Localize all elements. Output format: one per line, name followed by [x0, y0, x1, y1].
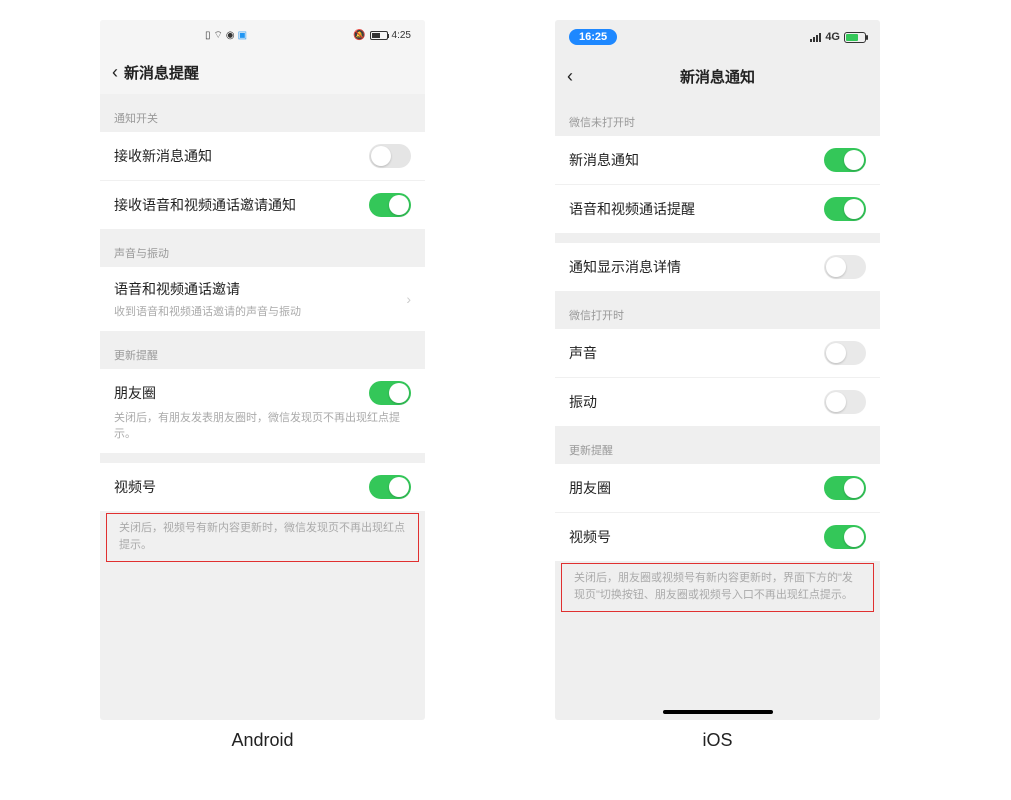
group-header-update: 更新提醒 — [555, 426, 880, 464]
status-time: 4:25 — [392, 30, 411, 41]
android-statusbar: ▯ ⌔ ◉ ▣ 🔕 4:25 — [100, 20, 425, 50]
caption-ios: iOS — [555, 730, 880, 751]
row-vibration[interactable]: 振动 — [555, 377, 880, 426]
toggle-receive-msg[interactable] — [369, 144, 411, 168]
row-label: 接收新消息通知 — [114, 146, 212, 166]
wifi-icon: ⌔ — [214, 29, 223, 42]
row-label: 声音 — [569, 343, 597, 363]
ios-phone: 16:25 4G ‹ 新消息通知 微信未打开时 新消息通知 语音和视频通话提醒 … — [555, 20, 880, 720]
row-sublabel: 收到语音和视频通话邀请的声音与振动 — [114, 303, 406, 319]
sim-icon: ▯ — [205, 30, 211, 41]
group-header-notif: 通知开关 — [100, 94, 425, 132]
row-label: 视频号 — [569, 527, 611, 547]
group-header-update: 更新提醒 — [100, 331, 425, 369]
row-channels-ios[interactable]: 视频号 — [555, 512, 880, 561]
android-phone: ▯ ⌔ ◉ ▣ 🔕 4:25 ‹ 新消息提醒 通知开关 接收新消息通知 接收语音… — [100, 20, 425, 720]
app-icon: ◉ — [226, 30, 235, 41]
home-indicator[interactable] — [663, 710, 773, 714]
row-sound[interactable]: 声音 — [555, 329, 880, 377]
ios-statusbar: 16:25 4G — [555, 20, 880, 54]
toggle-channels-ios[interactable] — [824, 525, 866, 549]
toggle-channels[interactable] — [369, 475, 411, 499]
channels-footer-note: 关闭后，视频号有新内容更新时，微信发现页不再出现红点提示。 — [106, 513, 419, 562]
row-sublabel: 关闭后，有朋友发表朋友圈时，微信发现页不再出现红点提示。 — [114, 409, 411, 441]
row-av-invite[interactable]: 语音和视频通话邀请 收到语音和视频通话邀请的声音与振动 › — [100, 267, 425, 331]
row-receive-av[interactable]: 接收语音和视频通话邀请通知 — [100, 180, 425, 229]
chevron-right-icon: › — [406, 291, 411, 307]
toggle-receive-av[interactable] — [369, 193, 411, 217]
row-label: 通知显示消息详情 — [569, 257, 681, 277]
toggle-av-remind[interactable] — [824, 197, 866, 221]
network-label: 4G — [825, 31, 840, 43]
row-label: 新消息通知 — [569, 150, 639, 170]
android-header: ‹ 新消息提醒 — [100, 50, 425, 94]
dnd-icon: 🔕 — [353, 30, 365, 41]
group-header-sound: 声音与振动 — [100, 229, 425, 267]
row-msg-notify[interactable]: 新消息通知 — [555, 136, 880, 184]
row-label: 振动 — [569, 392, 597, 412]
ios-footer-note: 关闭后，朋友圈或视频号有新内容更新时，界面下方的"发现页"切换按钮、朋友圈或视频… — [561, 563, 874, 612]
group-header-closed: 微信未打开时 — [555, 98, 880, 136]
row-label: 视频号 — [114, 477, 156, 497]
page-title: 新消息通知 — [680, 66, 755, 87]
toggle-show-detail[interactable] — [824, 255, 866, 279]
toggle-moments[interactable] — [369, 381, 411, 405]
row-av-remind[interactable]: 语音和视频通话提醒 — [555, 184, 880, 233]
page-title: 新消息提醒 — [124, 62, 199, 83]
toggle-vibration[interactable] — [824, 390, 866, 414]
row-label: 接收语音和视频通话邀请通知 — [114, 195, 296, 215]
caption-android: Android — [100, 730, 425, 751]
group-header-open: 微信打开时 — [555, 291, 880, 329]
battery-icon — [844, 32, 866, 43]
row-moments-ios[interactable]: 朋友圈 — [555, 464, 880, 512]
battery-icon — [370, 31, 388, 40]
toggle-moments-ios[interactable] — [824, 476, 866, 500]
row-moments[interactable]: 朋友圈 关闭后，有朋友发表朋友圈时，微信发现页不再出现红点提示。 — [100, 369, 425, 453]
toggle-sound[interactable] — [824, 341, 866, 365]
row-channels[interactable]: 视频号 — [100, 463, 425, 511]
signal-icon — [810, 33, 821, 42]
row-label: 朋友圈 — [114, 383, 156, 403]
toggle-msg-notify[interactable] — [824, 148, 866, 172]
back-icon[interactable]: ‹ — [112, 62, 118, 83]
row-label: 语音和视频通话提醒 — [569, 199, 695, 219]
row-label: 朋友圈 — [569, 478, 611, 498]
blue-app-icon: ▣ — [238, 30, 247, 41]
status-time-capsule: 16:25 — [569, 29, 617, 45]
back-icon[interactable]: ‹ — [567, 66, 573, 87]
row-label: 语音和视频通话邀请 — [114, 279, 406, 299]
ios-header: ‹ 新消息通知 — [555, 54, 880, 98]
row-receive-msg[interactable]: 接收新消息通知 — [100, 132, 425, 180]
row-show-detail[interactable]: 通知显示消息详情 — [555, 243, 880, 291]
